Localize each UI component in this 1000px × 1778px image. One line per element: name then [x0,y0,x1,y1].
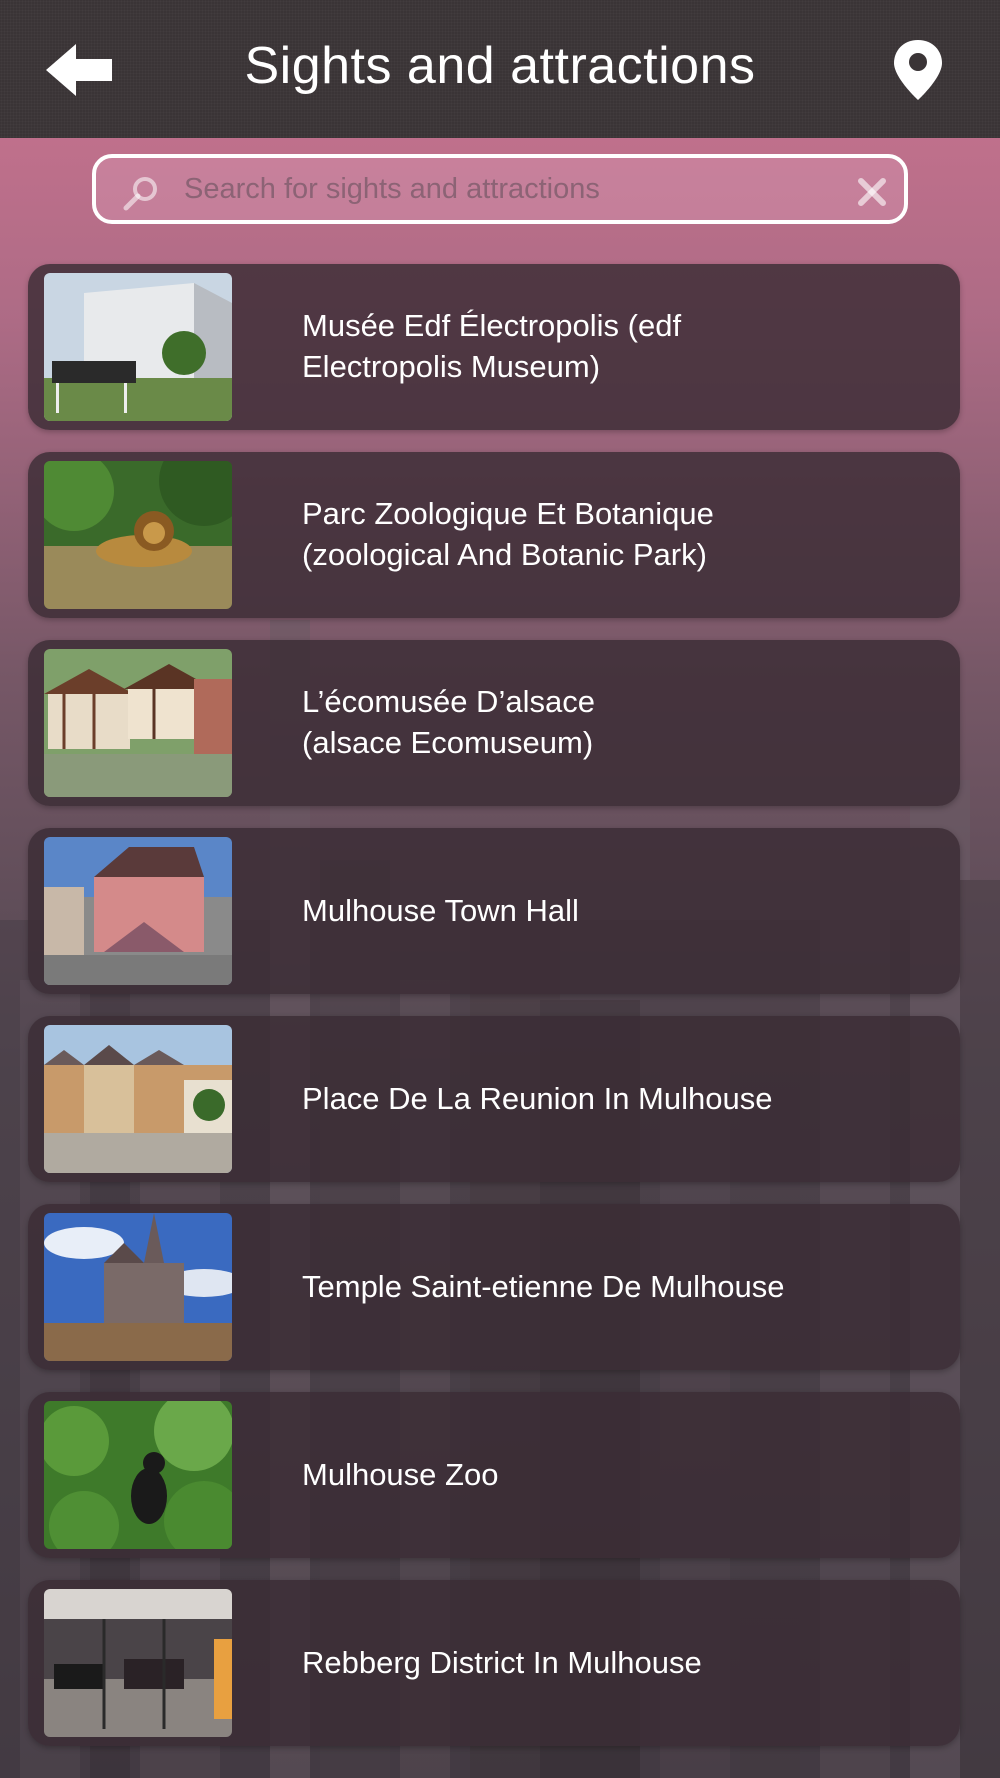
list-item[interactable]: Parc Zoologique Et Botanique (zoological… [28,452,960,618]
half-timbered-village-photo [44,649,232,797]
list-item-label: Parc Zoologique Et Botanique (zoological… [302,496,714,572]
monkey-in-foliage-photo [44,1401,232,1549]
car-museum-hall-photo [44,1589,232,1737]
list-item-label: Mulhouse Town Hall [302,892,579,928]
list-item-label: Mulhouse Zoo [302,1456,499,1492]
list-item[interactable]: L’écomusée D’alsace (alsace Ecomuseum) [28,640,960,806]
clear-search-icon[interactable] [856,176,888,208]
list-item-label: Temple Saint-etienne De Mulhouse [302,1268,785,1304]
list-item[interactable]: Mulhouse Zoo [28,1392,960,1558]
attractions-list: Musée Edf Électropolis (edf Electropolis… [28,264,960,1768]
gothic-church-photo [44,1213,232,1361]
map-pin-icon [894,40,942,100]
museum-building-photo [44,273,232,421]
list-item-label: L’écomusée D’alsace (alsace Ecomuseum) [302,684,595,760]
search-input[interactable] [184,166,824,212]
list-item[interactable]: Place De La Reunion In Mulhouse [28,1016,960,1182]
list-item[interactable]: Musée Edf Électropolis (edf Electropolis… [28,264,960,430]
town-square-photo [44,1025,232,1173]
list-item-label: Musée Edf Électropolis (edf Electropolis… [302,308,682,384]
list-item-label: Rebberg District In Mulhouse [302,1644,702,1680]
page-title: Sights and attractions [244,37,756,95]
list-item[interactable]: Mulhouse Town Hall [28,828,960,994]
list-item[interactable]: Rebberg District In Mulhouse [28,1580,960,1746]
search-icon [123,177,157,211]
lion-photo [44,461,232,609]
map-location-button[interactable] [888,38,948,102]
search-bar [92,154,908,224]
list-item[interactable]: Temple Saint-etienne De Mulhouse [28,1204,960,1370]
list-item-label: Place De La Reunion In Mulhouse [302,1080,773,1116]
top-navigation-bar: Sights and attractions [0,0,1000,138]
town-hall-photo [44,837,232,985]
